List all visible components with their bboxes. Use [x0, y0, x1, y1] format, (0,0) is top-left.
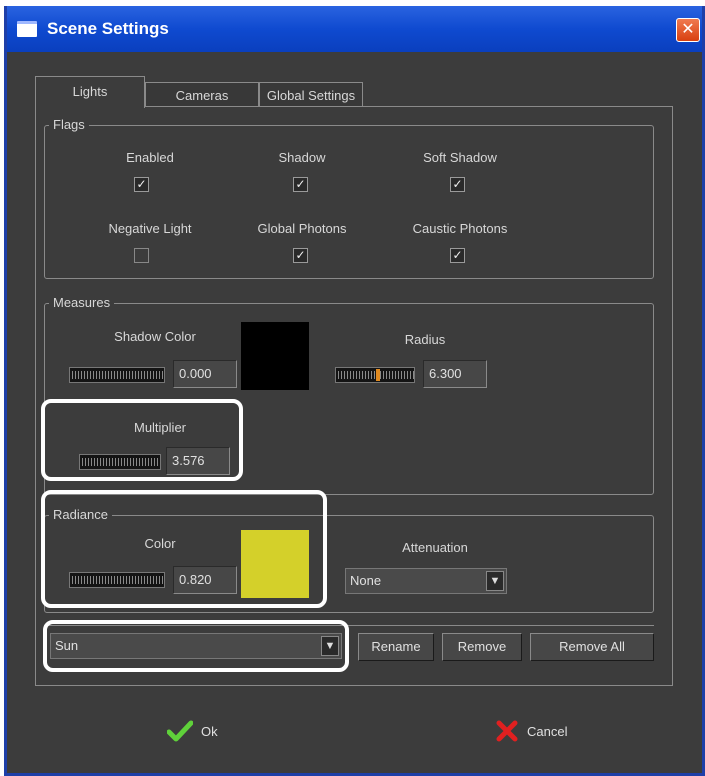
flags-group: Flags Enabled ✓ Shadow ✓ Soft Shadow ✓ N…	[44, 117, 654, 279]
shadow-color-swatch[interactable]	[241, 322, 309, 390]
radius-slider[interactable]	[335, 367, 415, 383]
multiplier-value[interactable]: 3.576	[166, 447, 230, 475]
chevron-down-icon[interactable]: ▼	[486, 571, 504, 591]
soft-shadow-checkbox[interactable]: ✓	[450, 177, 465, 192]
multiplier-slider[interactable]	[79, 454, 161, 470]
multiplier-label: Multiplier	[133, 420, 186, 435]
enabled-checkbox[interactable]: ✓	[134, 177, 149, 192]
negative-light-checkbox[interactable]	[134, 248, 149, 263]
scene-settings-dialog: Scene Settings ✕ Lights Cameras Global S…	[4, 6, 705, 776]
window-title: Scene Settings	[47, 19, 169, 38]
radiance-color-slider[interactable]	[69, 572, 165, 588]
cross-icon	[496, 720, 518, 742]
rename-button[interactable]: Rename	[358, 633, 434, 661]
attenuation-label: Attenuation	[402, 540, 468, 555]
ok-button[interactable]: Ok	[167, 720, 218, 742]
light-select-selected: Sun	[55, 638, 79, 653]
cancel-label: Cancel	[527, 723, 568, 739]
radiance-group: Radiance Color 0.820 Attenuation None ▼	[44, 507, 654, 613]
chevron-down-icon[interactable]: ▼	[321, 636, 339, 656]
divider	[44, 625, 654, 626]
shadow-color-label: Shadow Color	[114, 329, 196, 344]
radius-label: Radius	[404, 332, 446, 347]
radiance-color-swatch[interactable]	[241, 530, 309, 598]
soft-shadow-label: Soft Shadow	[423, 150, 497, 165]
tab-cameras[interactable]: Cameras	[145, 82, 259, 106]
close-button[interactable]: ✕	[676, 18, 700, 42]
measures-legend: Measures	[49, 295, 115, 310]
attenuation-selected: None	[350, 573, 382, 588]
shadow-color-slider[interactable]	[69, 367, 165, 383]
color-label: Color	[144, 536, 176, 551]
global-photons-label: Global Photons	[257, 221, 347, 236]
cancel-button[interactable]: Cancel	[495, 720, 567, 742]
lights-panel: Flags Enabled ✓ Shadow ✓ Soft Shadow ✓ N…	[35, 106, 673, 686]
checkmark-icon	[167, 720, 193, 742]
negative-light-label: Negative Light	[108, 221, 192, 236]
window-icon	[17, 21, 37, 37]
light-select-dropdown[interactable]: Sun ▼	[50, 633, 342, 659]
caustic-photons-label: Caustic Photons	[412, 221, 508, 236]
remove-all-button[interactable]: Remove All	[530, 633, 654, 661]
flags-legend: Flags	[49, 117, 89, 132]
shadow-color-value[interactable]: 0.000	[173, 360, 237, 388]
remove-button[interactable]: Remove	[442, 633, 522, 661]
ok-label: Ok	[201, 723, 218, 739]
shadow-checkbox[interactable]: ✓	[293, 177, 308, 192]
attenuation-dropdown[interactable]: None ▼	[345, 568, 507, 594]
tab-lights[interactable]: Lights	[35, 76, 145, 108]
tab-global-settings[interactable]: Global Settings	[259, 82, 363, 106]
global-photons-checkbox[interactable]: ✓	[293, 248, 308, 263]
radiance-legend: Radiance	[49, 507, 112, 522]
radius-value[interactable]: 6.300	[423, 360, 487, 388]
radiance-color-value[interactable]: 0.820	[173, 566, 237, 594]
caustic-photons-checkbox[interactable]: ✓	[450, 248, 465, 263]
measures-group: Measures Shadow Color 0.000 Radius 6.300…	[44, 295, 654, 495]
shadow-label: Shadow	[278, 150, 326, 165]
title-bar[interactable]: Scene Settings ✕	[7, 6, 702, 52]
enabled-label: Enabled	[126, 150, 174, 165]
